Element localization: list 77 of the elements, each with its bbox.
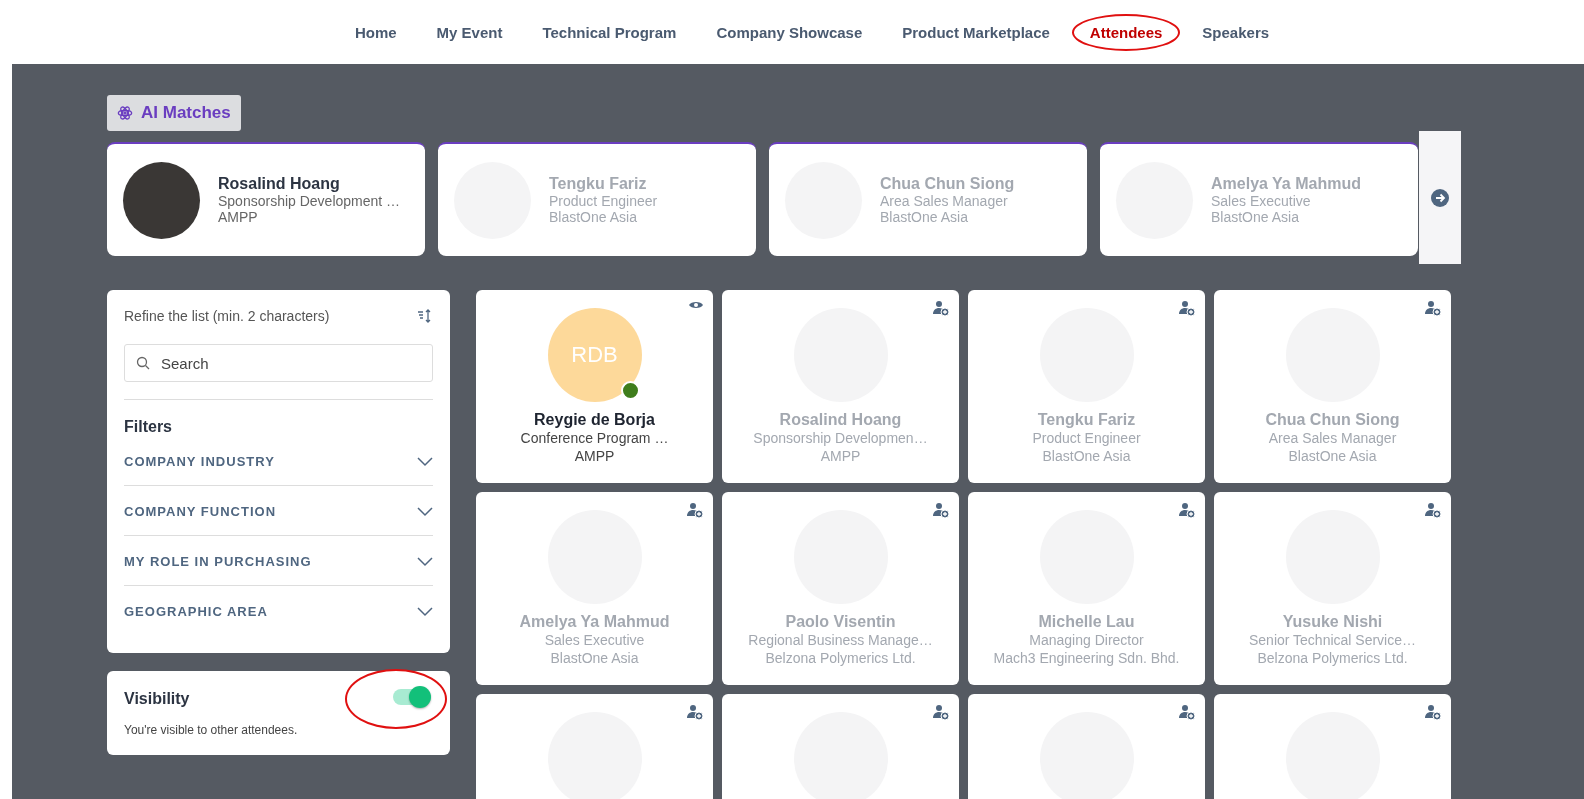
attendee-card[interactable]: RDB Reygie de Borja Conference Program … AMPP — [476, 290, 713, 483]
person-company: BlastOne Asia — [1211, 209, 1300, 225]
person-company: Belzona Polymerics Ltd. — [765, 649, 916, 667]
person-title: Area Sales Manager — [1268, 429, 1397, 447]
person-name: Amelya Ya Mahmud — [1211, 175, 1361, 193]
person-title: Sponsorship Development … — [218, 193, 401, 209]
nav-link[interactable]: Speakers — [1182, 9, 1290, 55]
person-title: Conference Program … — [520, 429, 669, 447]
person-company: BlastOne Asia — [1042, 447, 1131, 465]
chevron-down-icon — [417, 506, 433, 517]
visibility-toggle[interactable] — [393, 689, 429, 705]
person-title: Area Sales Manager — [880, 193, 1009, 209]
person-company: AMPP — [218, 209, 259, 225]
person-name: Amelya Ya Mahmud — [519, 613, 670, 631]
add-person-icon[interactable] — [1179, 300, 1195, 316]
person-company: AMPP — [574, 447, 615, 465]
add-person-icon[interactable] — [1179, 502, 1195, 518]
person-title: Managing Director — [1029, 631, 1144, 649]
person-name: Chua Chun Siong — [880, 175, 1015, 193]
eye-icon[interactable] — [689, 300, 703, 310]
add-person-icon[interactable] — [1425, 300, 1441, 316]
person-company: BlastOne Asia — [880, 209, 969, 225]
initials-avatar: RDB — [547, 308, 642, 402]
nav-link[interactable]: Product Marketplace — [882, 9, 1070, 55]
ai-matches-button[interactable]: AI Matches — [107, 95, 241, 131]
nav-link[interactable]: My Event — [416, 9, 523, 55]
person-name: Rosalind Hoang — [779, 411, 902, 429]
search-field[interactable]: Search — [124, 344, 433, 382]
filter-dropdown[interactable]: MY ROLE IN PURCHASING — [124, 536, 433, 586]
person-title: Product Engineer — [549, 193, 658, 209]
add-person-icon[interactable] — [933, 502, 949, 518]
chevron-down-icon — [417, 606, 433, 617]
nav-link[interactable]: Attendees — [1069, 9, 1183, 55]
person-title: Sales Executive — [544, 631, 645, 649]
person-name: Paolo Visentin — [785, 613, 896, 631]
add-person-icon[interactable] — [933, 300, 949, 316]
person-company: BlastOne Asia — [550, 649, 639, 667]
add-person-icon[interactable] — [933, 704, 949, 720]
person-title: Senior Technical Service… — [1248, 631, 1416, 649]
chevron-down-icon — [417, 556, 433, 567]
arrow-right-icon[interactable] — [1431, 188, 1449, 207]
nav-link[interactable]: Home — [334, 9, 417, 55]
chevron-down-icon — [417, 456, 433, 467]
add-person-icon[interactable] — [1179, 704, 1195, 720]
visibility-text: You're visible to other attendees. — [124, 723, 299, 737]
person-name: Yusuke Nishi — [1282, 613, 1383, 631]
person-name: Rosalind Hoang — [218, 175, 341, 193]
nav-link[interactable]: Company Showcase — [696, 9, 883, 55]
refine-label: Refine the list (min. 2 characters) — [124, 308, 330, 324]
person-company: BlastOne Asia — [549, 209, 638, 225]
filter-dropdown[interactable]: COMPANY FUNCTION — [124, 486, 433, 536]
person-company: BlastOne Asia — [1288, 447, 1377, 465]
person-company: AMPP — [820, 447, 861, 465]
match-card[interactable]: Rosalind Hoang Sponsorship Development … AMPP — [107, 142, 425, 256]
sort-icon[interactable] — [417, 308, 433, 324]
filter-dropdown[interactable]: COMPANY INDUSTRY — [124, 436, 433, 486]
nav-link[interactable]: Technical Program — [522, 9, 697, 55]
person-name: Tengku Fariz — [549, 175, 648, 193]
person-company: Belzona Polymerics Ltd. — [1257, 649, 1408, 667]
person-title: Sales Executive — [1211, 193, 1312, 209]
filters-heading: Filters — [124, 418, 173, 436]
person-name: Tengku Fariz — [1037, 411, 1136, 429]
search-icon — [136, 356, 150, 370]
add-person-icon[interactable] — [1425, 704, 1441, 720]
visibility-heading: Visibility — [124, 690, 190, 708]
person-title: Regional Business Manage… — [748, 631, 933, 649]
person-name: Reygie de Borja — [534, 411, 655, 429]
add-person-icon[interactable] — [687, 502, 703, 518]
person-company: Mach3 Engineering Sdn. Bhd. — [993, 649, 1180, 667]
person-name: Michelle Lau — [1038, 613, 1135, 631]
person-title: Sponsorship Developmen… — [753, 429, 928, 447]
add-person-icon[interactable] — [687, 704, 703, 720]
add-person-icon[interactable] — [1425, 502, 1441, 518]
person-name: Chua Chun Siong — [1265, 411, 1400, 429]
filter-dropdown[interactable]: GEOGRAPHIC AREA — [124, 586, 433, 635]
atom-icon — [117, 105, 133, 121]
person-title: Product Engineer — [1032, 429, 1141, 447]
